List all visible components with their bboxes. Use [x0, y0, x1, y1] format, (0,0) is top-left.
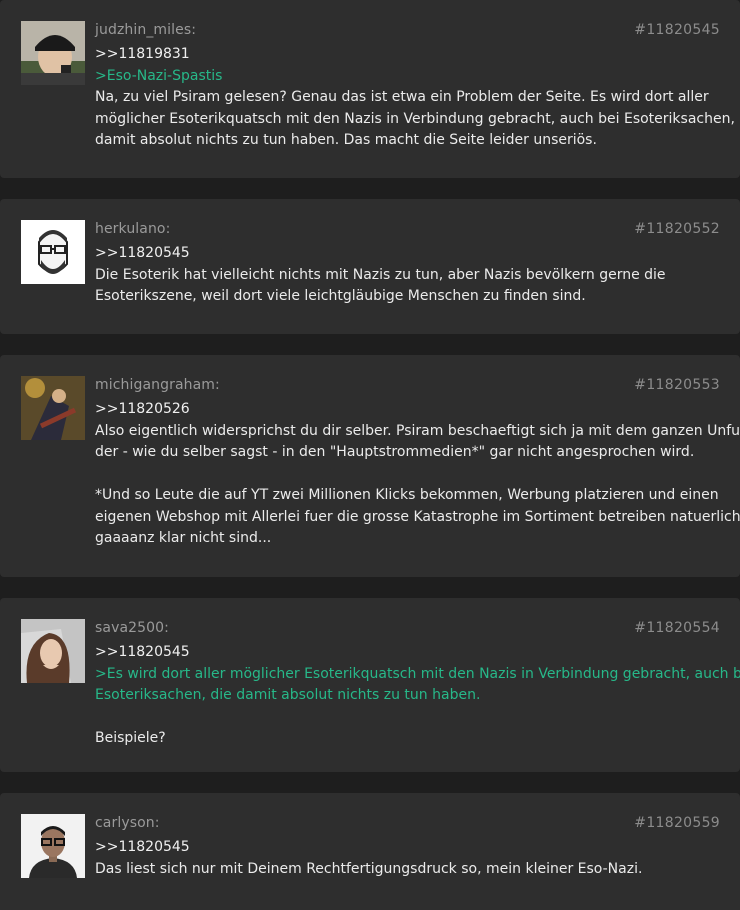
avatar-image — [21, 814, 85, 878]
post-number-link[interactable]: #11820559 — [634, 815, 720, 831]
reply-link[interactable]: >>11820545 — [95, 837, 720, 859]
username[interactable]: herkulano: — [95, 221, 170, 237]
reply-link[interactable]: >>11820526 — [95, 399, 720, 421]
post-text-line: Esoterikszene, weil dort viele leichtglä… — [95, 288, 586, 304]
avatar[interactable] — [21, 220, 85, 284]
reply-link[interactable]: >>11819831 — [95, 44, 720, 66]
avatar-image — [21, 619, 85, 683]
post-text-line: eigenen Webshop mit Allerlei fuer die gr… — [95, 508, 740, 525]
post-body: >>11820545 >Es wird dort aller möglicher… — [95, 642, 740, 750]
avatar[interactable] — [21, 619, 85, 683]
greentext-quote: Esoteriksachen, die damit absolut nichts… — [95, 687, 481, 703]
post: michigangraham: #11820553 >>11820526 Als… — [0, 355, 740, 577]
avatar[interactable] — [21, 376, 85, 440]
username[interactable]: judzhin_miles: — [95, 22, 196, 38]
greentext-quote: >Es wird dort aller möglicher Esoterikqu… — [95, 665, 740, 682]
avatar-image — [21, 21, 85, 85]
post-text-line: *Und so Leute die auf YT zwei Millionen … — [95, 487, 719, 503]
post-body: >>11820545 Das liest sich nur mit Deinem… — [95, 837, 720, 880]
post-number-link[interactable]: #11820554 — [634, 620, 720, 636]
post-number-link[interactable]: #11820553 — [634, 377, 720, 393]
avatar[interactable] — [21, 21, 85, 85]
username[interactable]: michigangraham: — [95, 377, 220, 393]
post-text-line: Na, zu viel Psiram gelesen? Genau das is… — [95, 89, 709, 105]
post-text-line: möglicher Esoterikquatsch mit den Nazis … — [95, 110, 740, 127]
post-text-line: der - wie du selber sagst - in den "Haup… — [95, 444, 695, 460]
post-body: >>11820526 Also eigentlich widersprichst… — [95, 399, 740, 550]
post-text-line: gaaaanz klar nicht sind... — [95, 530, 272, 546]
greentext-quote: >Eso-Nazi-Spastis — [95, 67, 223, 84]
post: judzhin_miles: #11820545 >>11819831 >Eso… — [0, 0, 740, 178]
post-text-line: Das liest sich nur mit Deinem Rechtferti… — [95, 860, 643, 877]
post: carlyson: #11820559 >>11820545 Das liest… — [0, 793, 740, 910]
post-text-line: Also eigentlich widersprichst du dir sel… — [95, 422, 740, 439]
post-number-link[interactable]: #11820552 — [634, 221, 720, 237]
post-text-line: damit absolut nichts zu tun haben. Das m… — [95, 132, 597, 148]
post-body: >>11819831 >Eso-Nazi-Spastis Na, zu viel… — [95, 44, 740, 152]
post: herkulano: #11820552 >>11820545 Die Esot… — [0, 199, 740, 334]
avatar[interactable] — [21, 814, 85, 878]
post-number-link[interactable]: #11820545 — [634, 22, 720, 38]
post-text-line: Die Esoterik hat vielleicht nichts mit N… — [95, 266, 666, 283]
reply-link[interactable]: >>11820545 — [95, 243, 720, 265]
post-text-line: Beispiele? — [95, 730, 166, 746]
post-body: >>11820545 Die Esoterik hat vielleicht n… — [95, 243, 720, 308]
avatar-image — [21, 220, 85, 284]
reply-link[interactable]: >>11820545 — [95, 642, 720, 664]
avatar-image — [21, 376, 85, 440]
post: sava2500: #11820554 >>11820545 >Es wird … — [0, 598, 740, 772]
username[interactable]: carlyson: — [95, 815, 160, 831]
username[interactable]: sava2500: — [95, 620, 169, 636]
